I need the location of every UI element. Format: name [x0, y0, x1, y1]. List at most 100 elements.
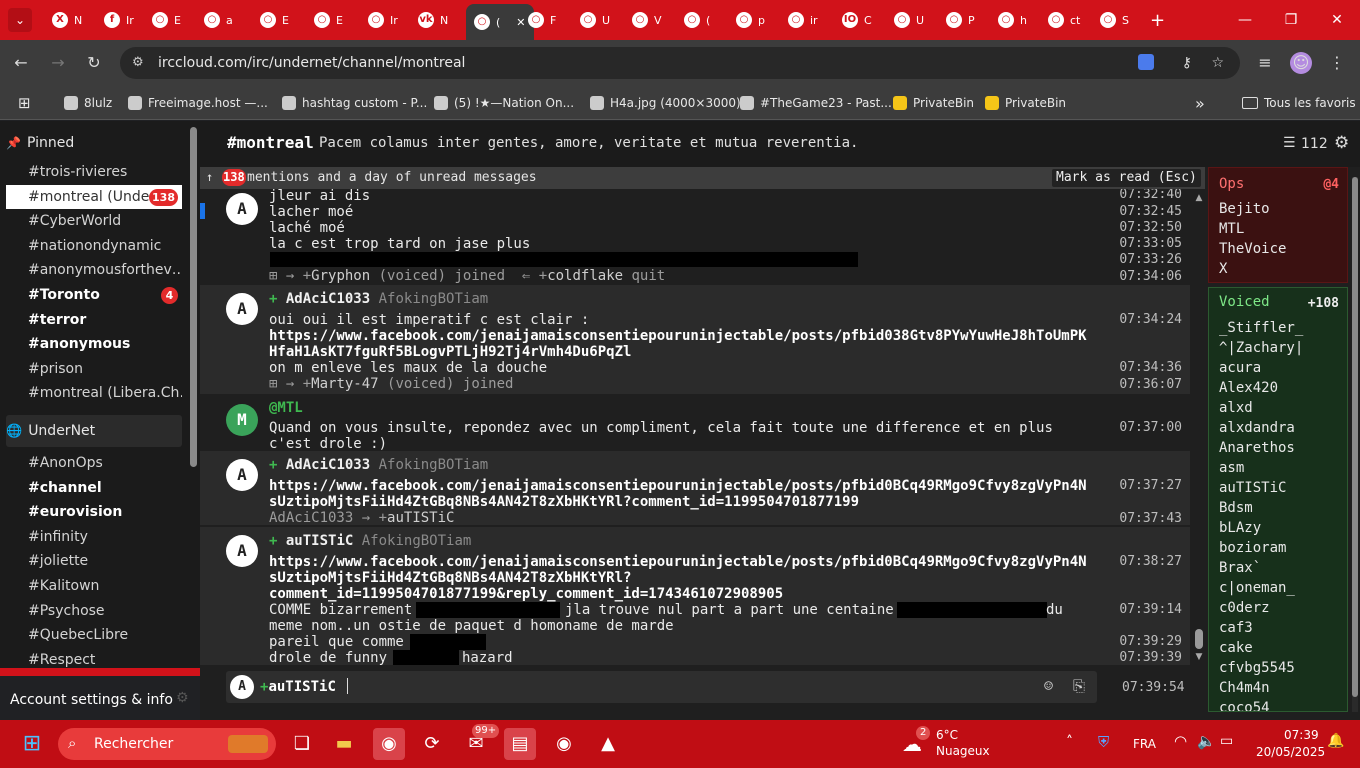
- member-nick[interactable]: asm: [1219, 458, 1244, 478]
- maximize-button[interactable]: ❐: [1268, 0, 1314, 40]
- sidebar-channel[interactable]: #QuebecLibre: [6, 623, 182, 647]
- sidebar-channel[interactable]: #anonymous: [6, 332, 182, 356]
- member-nick[interactable]: c0derz: [1219, 598, 1270, 618]
- message-link[interactable]: sUztipoMjtsFiiHd4ZtGBq8NBs4AN42T8zXbHKtY…: [269, 570, 1099, 586]
- member-nick[interactable]: Anarethos: [1219, 438, 1295, 458]
- member-nick[interactable]: Bejito: [1219, 199, 1270, 219]
- sidebar-channel[interactable]: #Kalitown: [6, 574, 182, 598]
- message-author[interactable]: + AdAciC1033 AfokingBOTiam: [269, 291, 488, 307]
- unread-messages-bar[interactable]: ↑ 138 mentions and a day of unread messa…: [200, 167, 1205, 189]
- avatar[interactable]: A: [226, 535, 258, 567]
- scroll-down-arrow[interactable]: ▼: [1193, 652, 1205, 662]
- browser-tab[interactable]: ○ U: [886, 4, 932, 36]
- close-window-button[interactable]: ✕: [1314, 0, 1360, 40]
- mail-app-icon[interactable]: ✉ 99+: [460, 724, 500, 760]
- member-nick[interactable]: TheVoice: [1219, 239, 1286, 259]
- input-avatar[interactable]: A: [230, 675, 254, 699]
- browser-tab[interactable]: ○ a: [196, 4, 241, 36]
- member-nick[interactable]: auTISTiC: [1219, 478, 1286, 498]
- forward-button[interactable]: →: [47, 52, 69, 74]
- expand-icon[interactable]: ⊞ → +: [269, 268, 311, 284]
- security-shield-icon[interactable]: ⛨: [1098, 733, 1109, 751]
- sidebar-channel[interactable]: #AnonOps: [6, 451, 182, 475]
- member-count[interactable]: 112: [1301, 136, 1328, 152]
- notepad-icon[interactable]: ▤: [504, 728, 536, 760]
- sidebar-channel[interactable]: #terror: [6, 308, 182, 332]
- message-input-bar[interactable]: A +auTISTiC ☺ ⎘: [226, 671, 1097, 703]
- member-nick[interactable]: acura: [1219, 358, 1261, 378]
- browser-tab[interactable]: f Ir: [96, 4, 142, 36]
- browser-tab[interactable]: ○ V: [624, 4, 670, 36]
- url-bar[interactable]: ⚙ irccloud.com/irc/undernet/channel/mont…: [120, 47, 1240, 79]
- volume-icon[interactable]: 🔈: [1197, 732, 1216, 750]
- browser-tab[interactable]: ○ Ir: [360, 4, 406, 36]
- browser-tab[interactable]: ○ E: [252, 4, 297, 36]
- sidebar-channel[interactable]: #trois-rivieres: [6, 160, 182, 184]
- browser-tab[interactable]: ○ F: [520, 4, 564, 36]
- sidebar-channel[interactable]: #montreal (Unde… 138: [6, 184, 182, 209]
- member-nick[interactable]: cake: [1219, 638, 1253, 658]
- avatar[interactable]: A: [226, 293, 258, 325]
- member-nick[interactable]: cfvbg5545: [1219, 658, 1295, 678]
- member-nick[interactable]: X: [1219, 259, 1227, 279]
- sidebar-channel[interactable]: #Toronto 4: [6, 283, 182, 307]
- gear-icon[interactable]: ⚙: [176, 690, 189, 706]
- message-author[interactable]: + AdAciC1033 AfokingBOTiam: [269, 457, 488, 473]
- notification-bell-icon[interactable]: 🔔: [1327, 733, 1344, 749]
- channel-name[interactable]: #montreal: [227, 133, 314, 152]
- vlc-app-icon[interactable]: ▲: [592, 728, 624, 760]
- bookmarks-more-button[interactable]: »: [1195, 92, 1205, 114]
- browser-tab[interactable]: ○ h: [990, 4, 1035, 36]
- member-nick[interactable]: bLAzy: [1219, 518, 1261, 538]
- sidebar-channel[interactable]: #infinity: [6, 525, 182, 549]
- sidebar-channel[interactable]: #joliette: [6, 549, 182, 573]
- file-explorer-icon[interactable]: ▬: [328, 728, 360, 760]
- bookmark-item[interactable]: H4a.jpg (4000×3000): [590, 92, 741, 114]
- site-info-icon[interactable]: ⚙: [132, 47, 144, 79]
- bookmark-item[interactable]: hashtag custom - P...: [282, 92, 427, 114]
- extension-icon[interactable]: [1138, 54, 1154, 70]
- message-author[interactable]: + auTISTiC AfokingBOTiam: [269, 533, 471, 549]
- settings-gear-icon[interactable]: ⚙: [1334, 133, 1349, 153]
- event-nick[interactable]: Gryphon: [311, 268, 370, 284]
- member-nick[interactable]: c|oneman_: [1219, 578, 1295, 598]
- sidebar-channel[interactable]: #Psychose: [6, 599, 182, 623]
- sidebar-scrollbar[interactable]: [190, 127, 197, 467]
- account-settings-bar[interactable]: Account settings & info ⚙: [0, 668, 200, 720]
- network-header[interactable]: 🌐 UnderNet: [6, 415, 182, 447]
- message-link[interactable]: HfaH1AsKT7fguRf5BLogvPTLjH92Tj4rVmh4Du6P…: [269, 344, 1099, 360]
- sync-app-icon[interactable]: ⟳: [416, 728, 448, 760]
- scroll-thumb[interactable]: [1195, 629, 1203, 649]
- language-indicator[interactable]: FRA: [1133, 737, 1156, 751]
- browser-tab[interactable]: ○ E: [306, 4, 351, 36]
- event-nick[interactable]: coldflake: [547, 268, 623, 284]
- message-author[interactable]: @MTL: [269, 400, 303, 416]
- browser-menu-icon[interactable]: ⋮: [1326, 52, 1348, 74]
- key-icon[interactable]: ⚷: [1182, 47, 1192, 79]
- member-nick[interactable]: bozioram: [1219, 538, 1286, 558]
- sidebar-channel[interactable]: #anonymousforthev…: [6, 258, 182, 282]
- avatar[interactable]: A: [226, 193, 258, 225]
- bookmark-item[interactable]: Freeimage.host —...: [128, 92, 268, 114]
- minimize-button[interactable]: —: [1222, 0, 1268, 40]
- sidebar-channel[interactable]: #eurovision: [6, 500, 182, 524]
- browser-tab[interactable]: ○ P: [938, 4, 983, 36]
- windows-start-icon[interactable]: ⊞: [16, 728, 48, 760]
- message-scrollbar[interactable]: ▲ ▼: [1193, 189, 1205, 665]
- member-nick[interactable]: Alex420: [1219, 378, 1278, 398]
- message-link[interactable]: sUztipoMjtsFiiHd4ZtGBq8NBs4AN42T8zXbHKtY…: [269, 494, 1099, 510]
- member-nick[interactable]: Brax`: [1219, 558, 1261, 578]
- battery-icon[interactable]: ▭: [1220, 733, 1233, 749]
- event-nick[interactable]: Marty-47: [311, 376, 378, 392]
- bookmark-star-icon[interactable]: ☆: [1211, 47, 1224, 79]
- member-list-icon[interactable]: ☰: [1283, 135, 1296, 151]
- scroll-up-arrow[interactable]: ▲: [1193, 193, 1205, 203]
- pinned-header[interactable]: 📌 Pinned: [6, 127, 182, 159]
- all-bookmarks-button[interactable]: Tous les favoris: [1242, 92, 1356, 114]
- new-tab-button[interactable]: +: [1142, 4, 1173, 36]
- wifi-icon[interactable]: ◠: [1174, 732, 1187, 750]
- message-link[interactable]: https://www.facebook.com/jenaijamaiscons…: [269, 478, 1099, 494]
- member-nick[interactable]: MTL: [1219, 219, 1244, 239]
- member-scrollbar[interactable]: [1352, 177, 1358, 712]
- tray-chevron-icon[interactable]: ˄: [1066, 734, 1073, 750]
